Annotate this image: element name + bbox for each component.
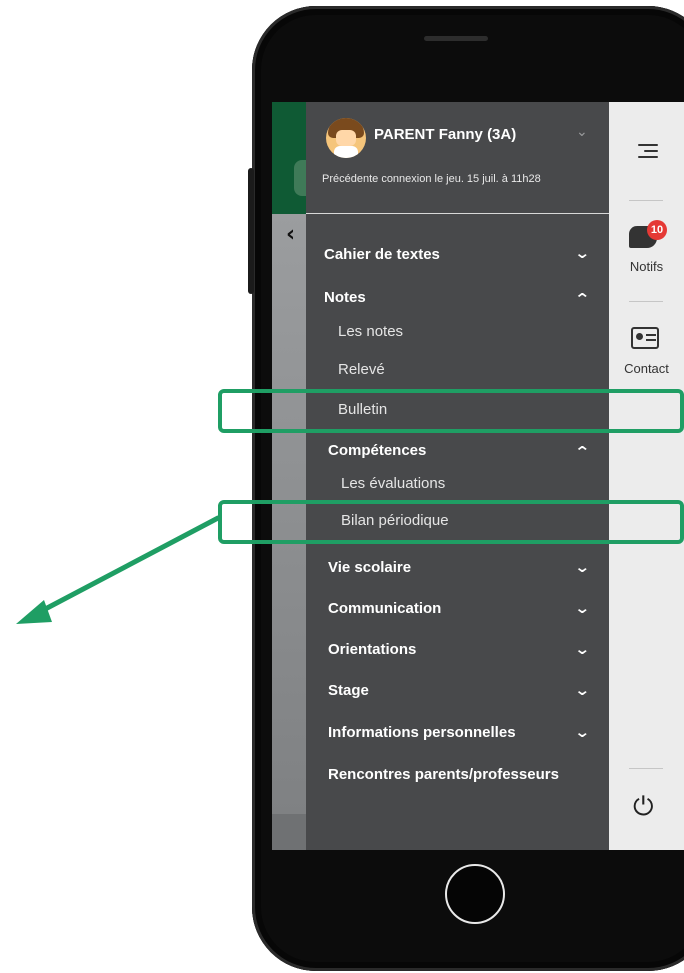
annotation-arrow xyxy=(16,515,221,624)
